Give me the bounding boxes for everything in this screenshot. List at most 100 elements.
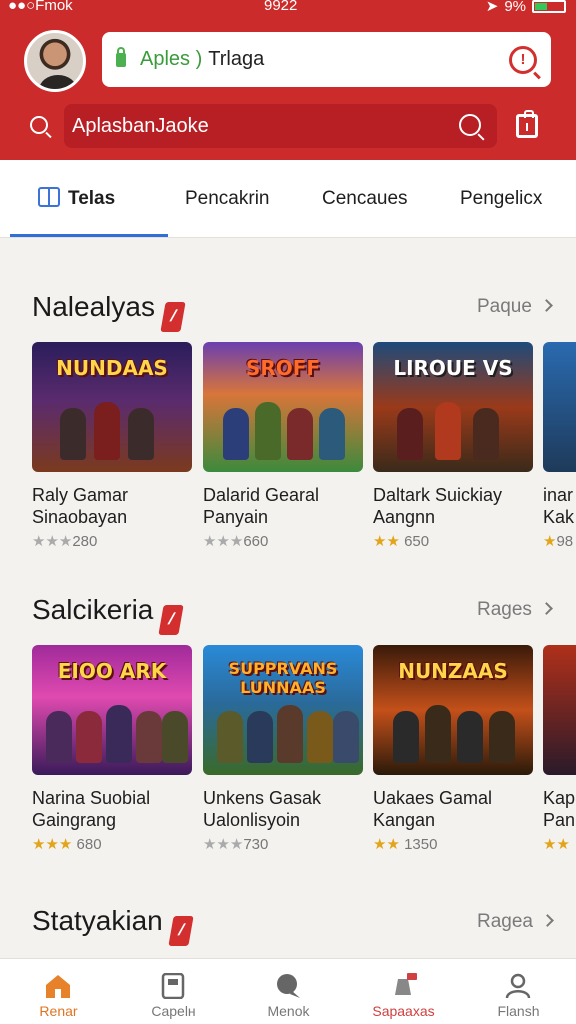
game-card[interactable]: LIROUE VS Daltark Suickiay Aangnn ★★ 650 xyxy=(373,342,533,550)
tab-label: Pencakrin xyxy=(185,188,270,209)
game-subtitle: Ualonlisyoin xyxy=(203,810,301,830)
game-rating: ★★★730 xyxy=(203,835,363,853)
rating-stars: ★★★ xyxy=(203,836,244,853)
section-more-link[interactable]: Ragea xyxy=(477,911,554,933)
store-icon xyxy=(38,187,60,207)
app-header: ●●○Fmok 9922 ➤ 9% Aples ) Trlaga ! Aplas… xyxy=(0,0,576,160)
tab-label: Cencaues xyxy=(322,188,408,209)
game-thumbnail: SROFF xyxy=(203,342,363,472)
thumbnail-banner: LIROUE VS xyxy=(393,356,513,380)
battery-percent: 9% xyxy=(504,0,526,15)
search-submit-icon[interactable] xyxy=(459,114,481,136)
search-input[interactable]: AplasbanJaoke xyxy=(64,104,497,148)
nav-menok[interactable]: Menok xyxy=(231,959,346,1024)
game-card[interactable]: NUNZAAS Uakaes Gamal Kangan ★★ 1350 xyxy=(373,645,533,853)
game-thumbnail: ЕІОО ARK xyxy=(32,645,192,775)
game-thumbnail xyxy=(543,342,576,472)
game-name: Raly Gamar xyxy=(32,485,129,505)
app-address-field[interactable]: Aples ) Trlaga ! xyxy=(102,32,551,87)
home-icon xyxy=(46,975,70,998)
section-title-text: Statyakian xyxy=(32,905,163,936)
clock: 9922 xyxy=(264,0,298,14)
game-thumbnail: SUPPRVANS LUNNAAS xyxy=(203,645,363,775)
game-card[interactable]: SROFF Dalarid Gearal Panyain ★★★660 xyxy=(203,342,363,550)
nav-label: Renar xyxy=(39,1003,78,1019)
tab-pencakrin[interactable]: Pencakrin xyxy=(185,160,270,238)
section-more-link[interactable]: Rages xyxy=(477,599,553,621)
profile-icon xyxy=(505,973,531,999)
game-subtitle: Kangan xyxy=(373,810,436,830)
section-more-label: Ragea xyxy=(477,911,533,932)
nav-label: Menok xyxy=(267,1003,310,1019)
rating-stars: ★★ xyxy=(373,836,400,853)
game-card[interactable]: NUNDAAS Raly Gamar Sinaobayan ★★★280 xyxy=(32,342,192,550)
game-card[interactable]: ЕІОО ARK Narina Suobial Gaingrang ★★★ 68… xyxy=(32,645,192,853)
status-bar: ●●○Fmok 9922 ➤ 9% xyxy=(0,0,576,16)
nav-capeln[interactable]: Capelн xyxy=(116,959,231,1024)
game-rating: ★★ xyxy=(543,835,576,853)
game-subtitle: Pan xyxy=(543,810,576,830)
game-name: inar xyxy=(543,485,574,505)
search-icon[interactable] xyxy=(30,116,48,134)
tab-telas[interactable]: Telas xyxy=(38,160,115,238)
tab-pengelicx[interactable]: Pengelicx xyxy=(460,160,542,238)
game-card[interactable]: inar Kak ★98 xyxy=(543,342,576,550)
avatar[interactable] xyxy=(24,30,86,92)
tab-label: Pengelicx xyxy=(460,188,543,209)
app-field-text: Trlaga xyxy=(208,48,265,70)
game-rating: ★★★660 xyxy=(203,532,363,550)
game-card[interactable]: SUPPRVANS LUNNAAS Unkens Gasak Ualonlisy… xyxy=(203,645,363,853)
game-rating: ★★★280 xyxy=(32,532,192,550)
chat-icon xyxy=(277,974,300,998)
rating-stars: ★★★ xyxy=(32,533,73,550)
game-subtitle: Aangnn xyxy=(373,507,436,527)
nav-home[interactable]: Renar xyxy=(1,959,116,1024)
rating-stars: ★★★ xyxy=(32,836,73,853)
section-title-text: Nalealyas xyxy=(32,291,155,322)
nav-label: Sapaaxas xyxy=(372,1003,435,1019)
game-thumbnail: NUNDAAS xyxy=(32,342,192,472)
rating-count: 680 xyxy=(76,836,102,853)
game-subtitle: Panyain xyxy=(203,507,269,527)
thumbnail-banner: SUPPRVANS LUNNAAS xyxy=(228,659,338,697)
sale-bell-icon xyxy=(395,973,417,995)
carrier-label: ●●○Fmok xyxy=(8,0,73,14)
shopping-bag-icon[interactable] xyxy=(516,110,538,138)
notebook-icon xyxy=(161,973,185,999)
tab-cencaues[interactable]: Cencaues xyxy=(322,160,408,238)
game-name: Daltark Suickiay xyxy=(373,485,503,505)
tab-label: Telas xyxy=(68,188,116,209)
rating-count: 730 xyxy=(243,836,269,853)
active-tab-indicator xyxy=(10,234,168,237)
status-icons: ➤ 9% xyxy=(486,0,566,15)
game-rating: ★★ 1350 xyxy=(373,835,533,853)
battery-level xyxy=(535,2,547,10)
rating-count: 98 xyxy=(556,533,574,550)
nav-sapaaxas[interactable]: Sapaaxas xyxy=(346,959,461,1024)
game-thumbnail: LIROUE VS xyxy=(373,342,533,472)
alert-search-icon[interactable]: ! xyxy=(509,46,537,74)
chevron-right-icon xyxy=(540,299,553,312)
rating-stars: ★★★ xyxy=(203,533,244,550)
tab-bar: Telas Pencakrin Cencaues Pengelicx xyxy=(0,160,576,238)
game-rating: ★★★ 680 xyxy=(32,835,192,853)
hot-badge-icon: / xyxy=(168,916,194,946)
rating-count: 660 xyxy=(243,533,269,550)
game-subtitle: Sinaobayan xyxy=(32,507,128,527)
hot-badge-icon: / xyxy=(160,302,186,332)
nav-flansh[interactable]: Flansh xyxy=(461,959,576,1024)
nav-label: Capelн xyxy=(151,1003,196,1019)
search-input-value: AplasbanJaoke xyxy=(72,115,209,137)
section-title: Salcikeria / xyxy=(32,594,185,635)
thumbnail-banner: NUNDAAS xyxy=(56,356,168,380)
section-title-text: Salcikeria xyxy=(32,594,154,625)
game-name: Kap xyxy=(543,788,576,808)
game-card[interactable]: Kap Pan ★★ xyxy=(543,645,576,853)
section-more-label: Paque xyxy=(477,296,532,317)
game-name: Dalarid Gearal xyxy=(203,485,320,505)
game-name: Unkens Gasak xyxy=(203,788,322,808)
section-more-link[interactable]: Paque xyxy=(477,296,553,318)
rating-count: 1350 xyxy=(404,836,438,853)
game-rating: ★★ 650 xyxy=(373,532,533,550)
chevron-right-icon xyxy=(541,914,554,927)
